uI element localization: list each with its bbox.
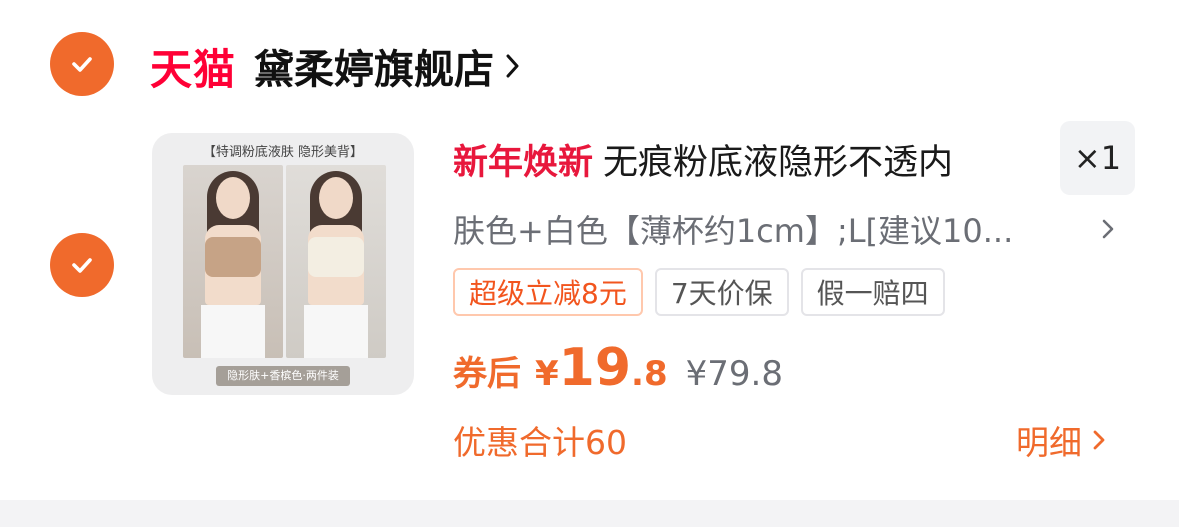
tag-authenticity-guarantee: 假一赔四 xyxy=(800,268,945,316)
item-select-checkbox[interactable] xyxy=(50,233,114,297)
store-select-checkbox[interactable] xyxy=(50,32,114,96)
product-title[interactable]: 新年焕新 无痕粉底液隐形不透内 xyxy=(453,134,1043,185)
thumbnail-badge: 隐形肤+香槟色·两件装 xyxy=(216,366,350,386)
promo-tags: 超级立减8元 7天价保 假一赔四 xyxy=(453,268,945,316)
product-thumbnail[interactable]: 【特调粉底液肤 隐形美背】 隐形肤+香槟色·两件装 xyxy=(152,133,414,395)
check-icon xyxy=(72,258,92,273)
discount-total: 优惠合计60 xyxy=(453,423,627,462)
tag-instant-discount: 超级立减8元 xyxy=(453,268,643,316)
store-name[interactable]: 黛柔婷旗舰店 xyxy=(254,37,494,95)
thumbnail-caption: 【特调粉底液肤 隐形美背】 xyxy=(202,145,364,160)
sku-text: 肤色+白色【薄杯约1cm】;L[建议10... xyxy=(453,212,1014,250)
page-bottom-band xyxy=(0,500,1179,527)
tag-price-protection: 7天价保 xyxy=(654,268,789,316)
check-icon xyxy=(72,57,92,72)
product-title-text: 无痕粉底液隐形不透内 xyxy=(603,143,954,183)
quantity-stepper[interactable]: ×1 xyxy=(1060,121,1135,195)
price-label: 券后 xyxy=(453,354,521,394)
promo-tag: 新年焕新 xyxy=(453,143,594,183)
price-decimal: .8 xyxy=(631,354,668,394)
chevron-right-icon[interactable] xyxy=(504,51,522,81)
detail-label: 明细 xyxy=(1016,423,1082,462)
store-header[interactable]: 天猫 黛柔婷旗舰店 xyxy=(150,38,522,94)
price-currency: ¥ xyxy=(535,354,559,394)
original-price: ¥79.8 xyxy=(685,354,783,394)
price: 券后 ¥ 19 .8 ¥79.8 xyxy=(453,338,783,404)
price-integer: 19 xyxy=(558,338,632,398)
model-photo-cream xyxy=(286,165,386,358)
discount-detail-link[interactable]: 明细 xyxy=(1016,416,1106,464)
model-photo-tan xyxy=(183,165,283,358)
chevron-right-icon xyxy=(1093,430,1105,450)
tmall-logo: 天猫 xyxy=(150,44,237,94)
chevron-right-icon xyxy=(1102,219,1114,239)
sku-selector[interactable]: 肤色+白色【薄杯约1cm】;L[建议10... xyxy=(453,205,1123,253)
